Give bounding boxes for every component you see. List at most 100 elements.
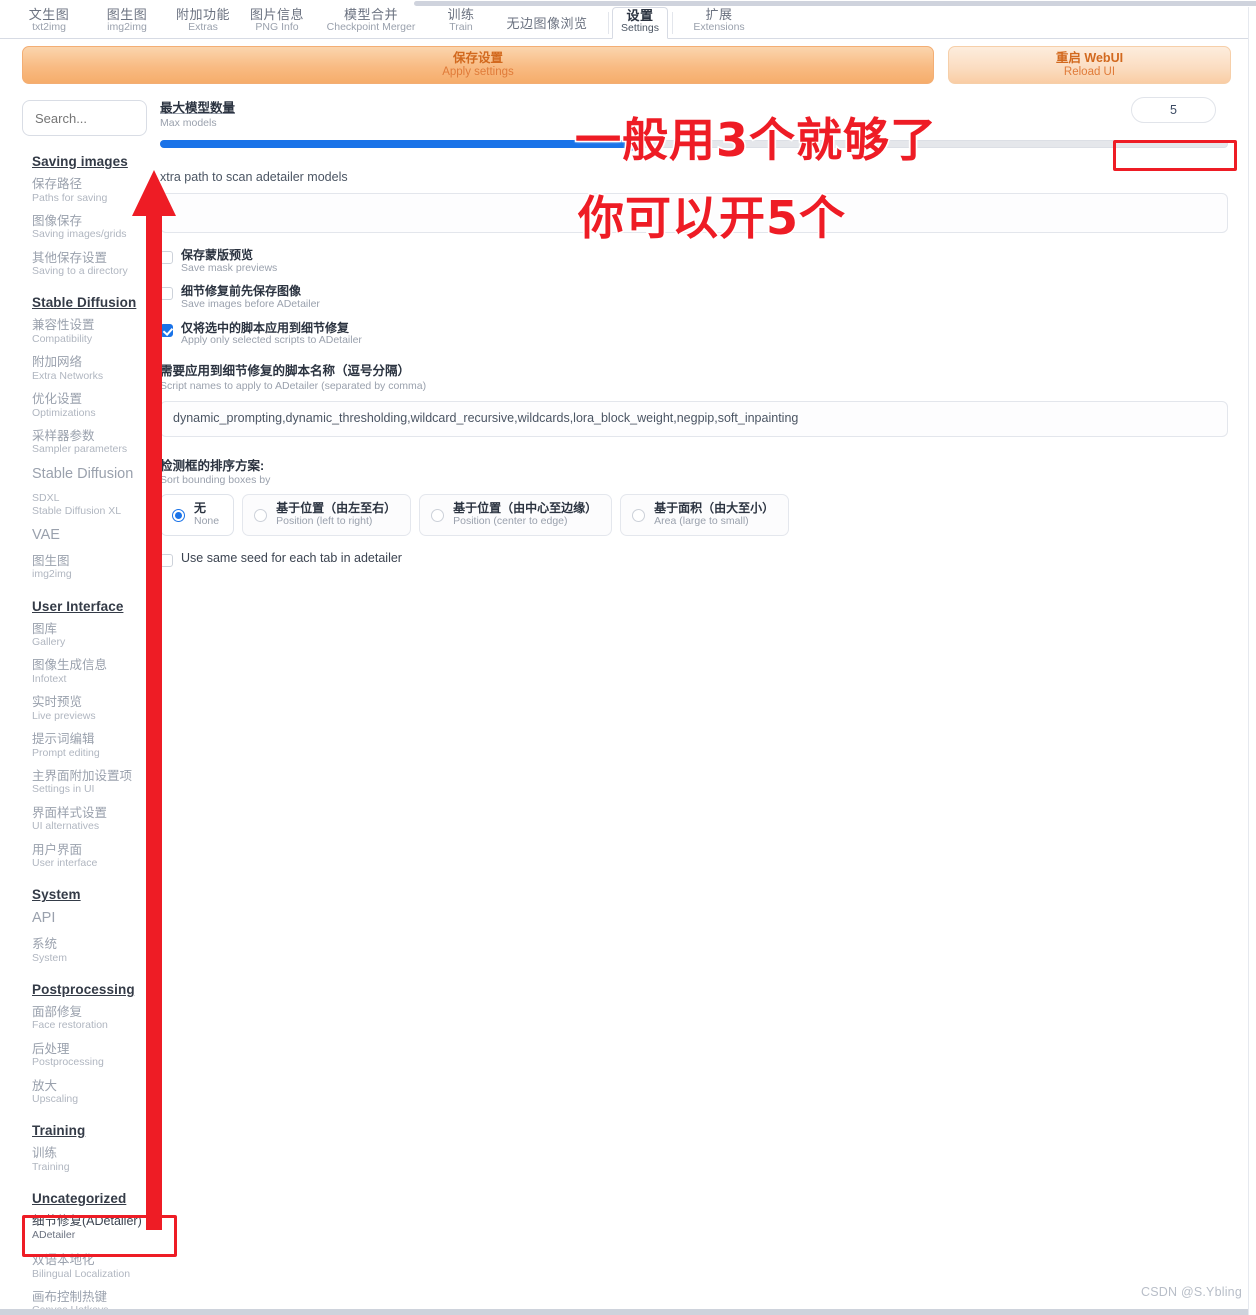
sidebar-item-gallery[interactable]: 图库 Gallery xyxy=(32,622,152,649)
sidebar-item-extra-networks[interactable]: 附加网络 Extra Networks xyxy=(32,356,152,382)
radio-indicator[interactable] xyxy=(172,508,185,522)
max-models-number-input[interactable]: 5 xyxy=(1131,96,1216,123)
radio-option-none[interactable]: 无 None xyxy=(160,494,235,536)
horizontal-scrollbar[interactable] xyxy=(414,1,1256,6)
tab-label-cn: 设置 xyxy=(626,8,654,23)
sidebar-item-vae[interactable]: VAE xyxy=(32,527,152,544)
tab-label-en: Checkpoint Merger xyxy=(326,21,416,33)
tab-txt2img[interactable]: 文生图 txt2img xyxy=(10,7,88,39)
radio-option-position-center-to-edge[interactable]: 基于位置（由中心至边缘） Position (center to edge) xyxy=(419,494,613,536)
nav-label-cn: 图像保存 xyxy=(32,213,83,228)
nav-label-cn: 提示词编辑 xyxy=(32,732,95,747)
sidebar-item-user-interface[interactable]: 用户界面 User interface xyxy=(32,843,152,870)
radio-label: 基于面积（由大至小） Area (large to small) xyxy=(654,502,774,527)
reload-ui-button[interactable]: 重启 WebUI Reload UI xyxy=(948,46,1231,84)
nav-label-cn: 后处理 xyxy=(32,1041,70,1056)
bottom-edge-bar xyxy=(0,1309,1256,1315)
radio-option-area-large-to-small[interactable]: 基于面积（由大至小） Area (large to small) xyxy=(620,494,790,536)
nav-label-cn: VAE xyxy=(32,527,60,544)
tab-checkpoint-merger[interactable]: 模型合并 Checkpoint Merger xyxy=(314,7,428,39)
sidebar-item-live-previews[interactable]: 实时预览 Live previews xyxy=(32,696,152,722)
tab-settings[interactable]: 设置 Settings xyxy=(612,7,668,39)
nav-group-system: System xyxy=(32,887,81,903)
nav-label-en: Compatibility xyxy=(32,332,93,345)
nav-label-en: Stable Diffusion XL xyxy=(32,504,122,517)
radio-label-cn: 无 xyxy=(194,501,207,516)
sidebar-item-sampler-parameters[interactable]: 采样器参数 Sampler parameters xyxy=(32,428,152,456)
sidebar-item-postprocessing[interactable]: 后处理 Postprocessing xyxy=(32,1041,152,1069)
radio-label-cn: 基于位置（由中心至边缘） xyxy=(453,501,598,516)
sidebar-item-paths-for-saving[interactable]: 保存路径 Paths for saving xyxy=(32,177,152,204)
radio-label-cn: 基于位置（由左至右） xyxy=(276,501,397,516)
tab-label-en: Train xyxy=(449,21,473,33)
sidebar-item-upscaling[interactable]: 放大 Upscaling xyxy=(32,1079,152,1106)
checkbox-row-same-seed[interactable]: Use same seed for each tab in adetailer xyxy=(160,551,1232,567)
sidebar-item-optimizations[interactable]: 优化设置 Optimizations xyxy=(32,393,152,419)
extra-path-label: xtra path to scan adetailer models xyxy=(160,170,1232,184)
sidebar-item-training[interactable]: 训练 Training xyxy=(32,1147,152,1173)
main-tab-bar: 文生图 txt2img 图生图 img2img 附加功能 Extras 图片信息… xyxy=(0,7,1256,39)
checkbox-save-images-before-adetailer[interactable] xyxy=(160,287,173,301)
sidebar-item-saving-images-grids[interactable]: 图像保存 Saving images/grids xyxy=(32,213,152,241)
radio-indicator[interactable] xyxy=(632,508,646,522)
extra-path-textarea[interactable] xyxy=(160,192,1228,233)
tab-label-cn: 模型合并 xyxy=(343,7,398,22)
sidebar-item-bilingual-localization[interactable]: 双语本地化 Bilingual Localization xyxy=(32,1254,152,1280)
nav-label-en: Bilingual Localization xyxy=(32,1267,131,1280)
nav-group-saving-images: Saving images xyxy=(32,154,128,169)
sidebar-item-api[interactable]: API xyxy=(32,911,152,927)
reload-ui-label-en: Reload UI xyxy=(1063,66,1116,79)
tab-divider xyxy=(608,12,609,34)
sidebar-item-settings-in-ui[interactable]: 主界面附加设置项 Settings in UI xyxy=(32,769,152,796)
tab-label-en: PNG Info xyxy=(255,21,299,33)
checkbox-save-mask-previews[interactable] xyxy=(160,250,173,264)
sidebar-item-infotext[interactable]: 图像生成信息 Infotext xyxy=(32,659,152,685)
checkbox-row-save-images-before-adetailer[interactable]: 细节修复前先保存图像 Save images before ADetailer xyxy=(160,285,1232,310)
tab-extras[interactable]: 附加功能 Extras xyxy=(166,7,240,39)
search-input[interactable] xyxy=(22,100,147,136)
tab-label-cn: 训练 xyxy=(447,7,475,22)
radio-label-en: None xyxy=(194,515,220,528)
checkbox-label-en: Save images before ADetailer xyxy=(181,298,320,311)
apply-settings-button[interactable]: 保存设置 Apply settings xyxy=(22,46,934,84)
nav-label-en: Sampler parameters xyxy=(32,443,128,456)
nav-label-en: Paths for saving xyxy=(32,191,108,204)
checkbox-apply-only-selected-scripts[interactable] xyxy=(160,323,173,337)
sidebar-item-sdxl[interactable]: SDXL Stable Diffusion XL xyxy=(32,493,152,517)
nav-label-en: img2img xyxy=(32,568,72,581)
slider-thumb[interactable] xyxy=(623,136,637,151)
radio-option-position-left-to-right[interactable]: 基于位置（由左至右） Position (left to right) xyxy=(242,494,412,536)
tab-extensions[interactable]: 扩展 Extensions xyxy=(678,7,760,39)
sidebar-item-ui-alternatives[interactable]: 界面样式设置 UI alternatives xyxy=(32,806,152,833)
checkbox-row-save-mask-previews[interactable]: 保存蒙版预览 Save mask previews xyxy=(160,248,1232,274)
nav-label-cn: 采样器参数 xyxy=(32,428,95,443)
checkbox-use-same-seed[interactable] xyxy=(160,553,173,567)
nav-label-cn: 附加网络 xyxy=(32,355,83,370)
nav-label-cn: 双语本地化 xyxy=(32,1253,95,1268)
nav-group-uncategorized: Uncategorized xyxy=(32,1191,127,1207)
sidebar-item-compatibility[interactable]: 兼容性设置 Compatibility xyxy=(32,319,152,345)
radio-indicator[interactable] xyxy=(254,508,268,522)
apply-settings-label-cn: 保存设置 xyxy=(452,50,503,65)
radio-indicator[interactable] xyxy=(431,508,445,522)
sidebar-item-saving-to-a-directory[interactable]: 其他保存设置 Saving to a directory xyxy=(32,251,152,278)
tab-train[interactable]: 训练 Train xyxy=(432,7,490,39)
script-names-textarea[interactable] xyxy=(160,400,1228,437)
nav-label-cn: 兼容性设置 xyxy=(32,318,95,333)
checkbox-row-apply-only-selected-scripts[interactable]: 仅将选中的脚本应用到细节修复 Apply only selected scrip… xyxy=(160,321,1232,347)
sidebar-item-system[interactable]: 系统 System xyxy=(32,938,152,964)
tab-label-cn: 文生图 xyxy=(28,7,70,22)
max-models-label: 最大模型数量 Max models xyxy=(160,100,1232,129)
nav-label-cn: 实时预览 xyxy=(32,695,83,710)
nav-group-stable-diffusion: Stable Diffusion xyxy=(32,295,137,311)
tab-img2img[interactable]: 图生图 img2img xyxy=(88,7,166,39)
nav-label-en: ADetailer xyxy=(32,1228,76,1241)
sidebar-item-face-restoration[interactable]: 面部修复 Face restoration xyxy=(32,1005,152,1032)
sidebar-item-adetailer[interactable]: 细节修复(ADetailer) ADetailer xyxy=(32,1215,152,1241)
sidebar-item-prompt-editing[interactable]: 提示词编辑 Prompt editing xyxy=(32,733,152,759)
tab-png-info[interactable]: 图片信息 PNG Info xyxy=(240,7,314,39)
sidebar-item-stable-diffusion[interactable]: Stable Diffusion xyxy=(32,466,152,483)
max-models-slider[interactable]: 5 xyxy=(160,96,1228,153)
sidebar-item-img2img[interactable]: 图生图 img2img xyxy=(32,554,152,581)
tab-infinite-image-browsing[interactable]: 无边图像浏览 xyxy=(490,7,604,39)
